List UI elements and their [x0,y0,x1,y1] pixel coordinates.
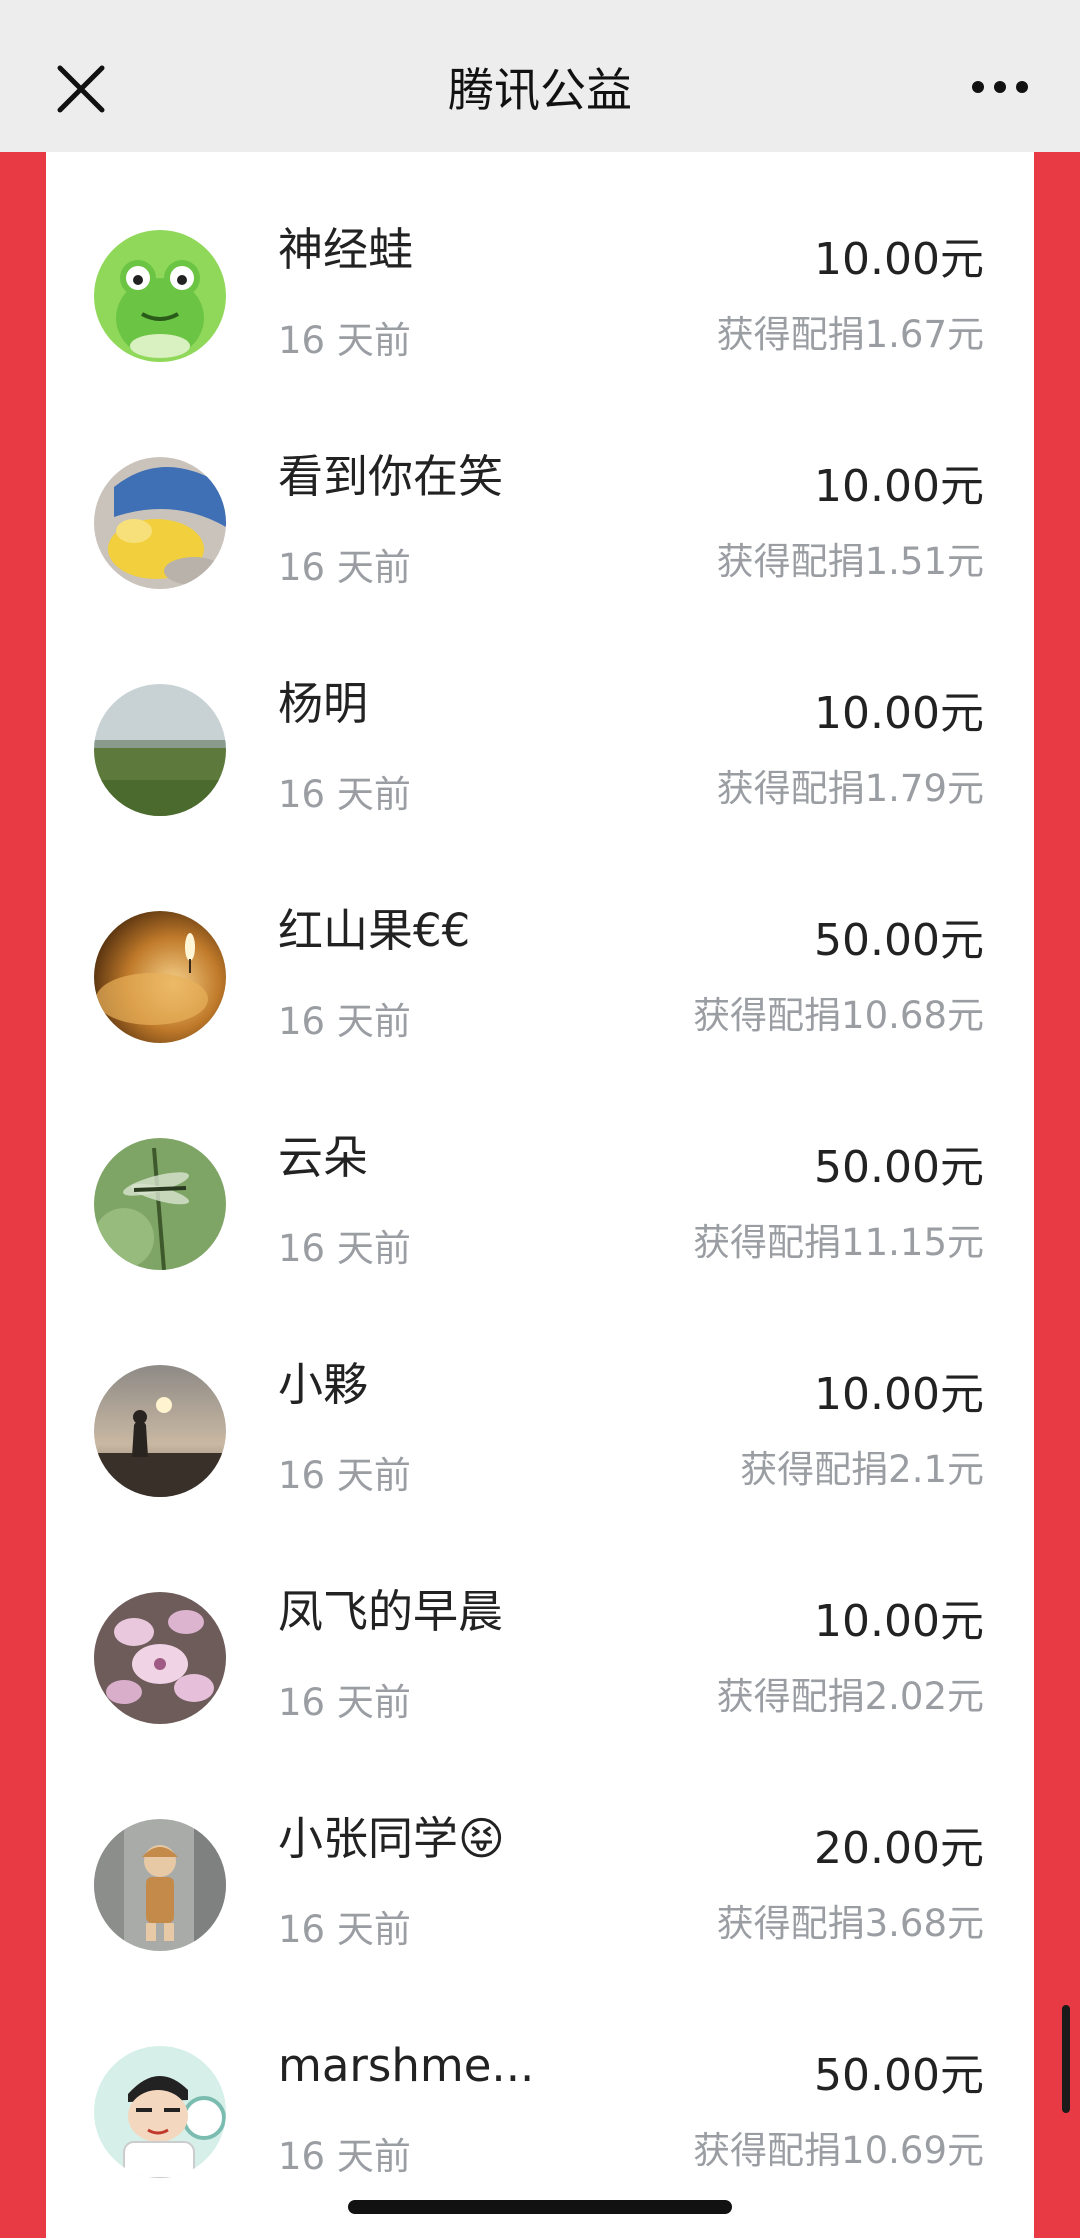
list-item[interactable]: 红山果€€ 16 天前 50.00元 获得配捐10.68元 [46,833,1034,1060]
list-item[interactable]: 神经蛙 16 天前 10.00元 获得配捐1.67元 [46,152,1034,379]
donor-list-card: 神经蛙 16 天前 10.00元 获得配捐1.67元 看到你在笑 16 天前 1… [46,152,1034,2238]
magnolia-avatar [94,1592,226,1724]
donation-amount: 10.00元 [814,234,984,285]
cartoon-boy-avatar [94,2046,226,2178]
page-title: 腾讯公益 [448,63,632,117]
donation-time: 16 天前 [278,546,411,589]
donation-amount: 50.00元 [814,2050,984,2101]
matched-donation: 获得配捐2.1元 [740,1448,984,1491]
matched-donation: 获得配捐1.79元 [716,767,984,810]
donation-time: 16 天前 [278,1908,411,1951]
list-item[interactable]: 小夥 16 天前 10.00元 获得配捐2.1元 [46,1287,1034,1514]
list-item[interactable]: 杨明 16 天前 10.00元 获得配捐1.79元 [46,606,1034,833]
more-icon [972,81,1028,93]
donor-name: 凤飞的早晨 [278,1585,504,1638]
list-item[interactable]: 小张同学😝 16 天前 20.00元 获得配捐3.68元 [46,1741,1034,1968]
donation-amount: 10.00元 [814,688,984,739]
donation-amount: 50.00元 [814,1142,984,1193]
donation-time: 16 天前 [278,2135,411,2178]
donation-time: 16 天前 [278,319,411,362]
donation-time: 16 天前 [278,1227,411,1270]
yellow-toy-avatar [94,457,226,589]
frog-avatar [94,230,226,362]
donor-name: 杨明 [278,677,369,730]
donor-name: 小夥 [278,1358,369,1411]
home-indicator[interactable] [348,2200,732,2214]
donor-name: 小张同学😝 [278,1812,505,1865]
matched-donation: 获得配捐10.68元 [693,994,984,1037]
list-item[interactable]: 凤飞的早晨 16 天前 10.00元 获得配捐2.02元 [46,1514,1034,1741]
candle-avatar [94,911,226,1043]
matched-donation: 获得配捐3.68元 [716,1902,984,1945]
more-options-button[interactable] [970,72,1030,102]
matched-donation: 获得配捐1.67元 [716,313,984,356]
field-landscape-avatar [94,684,226,816]
list-item[interactable]: 云朵 16 天前 50.00元 获得配捐11.15元 [46,1060,1034,1287]
list-item[interactable]: marshme... 16 天前 50.00元 获得配捐10.69元 [46,1968,1034,2195]
matched-donation: 获得配捐10.69元 [693,2129,984,2172]
matched-donation: 获得配捐1.51元 [716,540,984,583]
donation-time: 16 天前 [278,1000,411,1043]
donor-name: 云朵 [278,1131,369,1184]
dragonfly-avatar [94,1138,226,1270]
donation-amount: 10.00元 [814,1369,984,1420]
donor-name: marshme... [278,2039,535,2092]
donation-amount: 50.00元 [814,915,984,966]
donation-amount: 10.00元 [814,461,984,512]
donor-list: 神经蛙 16 天前 10.00元 获得配捐1.67元 看到你在笑 16 天前 1… [46,152,1034,2195]
donation-amount: 10.00元 [814,1596,984,1647]
matched-donation: 获得配捐11.15元 [693,1221,984,1264]
donor-name: 看到你在笑 [278,450,504,503]
donor-name: 神经蛙 [278,223,414,276]
top-navigation-bar: 腾讯公益 [0,0,1080,152]
donation-amount: 20.00元 [814,1823,984,1874]
matched-donation: 获得配捐2.02元 [716,1675,984,1718]
list-item[interactable]: 看到你在笑 16 天前 10.00元 获得配捐1.51元 [46,379,1034,606]
donor-name: 红山果€€ [278,904,471,957]
cartoon-girl-avatar [94,1819,226,1951]
donation-time: 16 天前 [278,1681,411,1724]
donation-time: 16 天前 [278,773,411,816]
sunset-silhouette-avatar [94,1365,226,1497]
scrollbar-thumb[interactable] [1062,2005,1070,2113]
donation-time: 16 天前 [278,1454,411,1497]
